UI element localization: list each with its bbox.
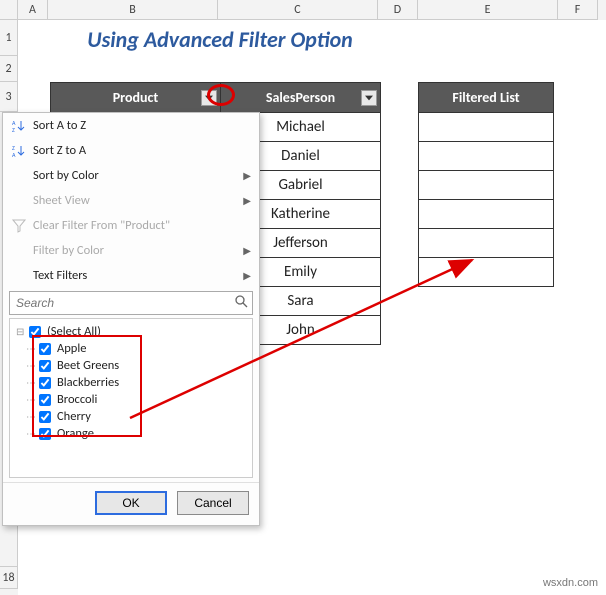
ok-button[interactable]: OK bbox=[95, 491, 167, 515]
row-18[interactable]: 18 bbox=[0, 567, 18, 589]
tree-item-label: Apple bbox=[57, 341, 86, 356]
col-E[interactable]: E bbox=[418, 0, 558, 20]
chevron-right-icon: ▶ bbox=[243, 269, 251, 282]
tree-item[interactable]: ⋯Broccoli bbox=[16, 391, 246, 408]
search-icon[interactable] bbox=[234, 294, 248, 312]
checkbox-item[interactable] bbox=[39, 343, 51, 355]
filter-dropdown-salesperson[interactable] bbox=[361, 90, 377, 106]
sheet-view-label: Sheet View bbox=[33, 193, 90, 208]
svg-text:A: A bbox=[12, 151, 16, 158]
tree-select-all[interactable]: ⊟ (Select All) bbox=[16, 323, 246, 340]
sort-by-color[interactable]: Sort by Color ▶ bbox=[3, 163, 259, 188]
clear-filter: Clear Filter From "Product" bbox=[3, 213, 259, 238]
sort-az-icon: AZ bbox=[9, 119, 29, 133]
watermark: wsxdn.com bbox=[543, 577, 598, 589]
col-A[interactable]: A bbox=[18, 0, 48, 20]
tree-item[interactable]: ⋯Apple bbox=[16, 340, 246, 357]
col-D[interactable]: D bbox=[378, 0, 418, 20]
filter-by-color: Filter by Color ▶ bbox=[3, 238, 259, 263]
search-input[interactable] bbox=[14, 295, 234, 311]
col-F[interactable]: F bbox=[558, 0, 598, 20]
svg-text:Z: Z bbox=[12, 126, 15, 133]
chevron-right-icon: ▶ bbox=[243, 194, 251, 207]
page-title: Using Advanced Filter Option bbox=[50, 26, 390, 53]
chevron-right-icon: ▶ bbox=[243, 169, 251, 182]
filter-by-color-label: Filter by Color bbox=[33, 243, 104, 258]
row-3[interactable]: 3 bbox=[0, 82, 18, 112]
clear-filter-label: Clear Filter From "Product" bbox=[33, 218, 170, 233]
sort-za[interactable]: ZA Sort Z to A bbox=[3, 138, 259, 163]
checkbox-item[interactable] bbox=[39, 428, 51, 440]
sort-za-label: Sort Z to A bbox=[33, 143, 86, 158]
tree-item[interactable]: ⋯Cherry bbox=[16, 408, 246, 425]
funnel-clear-icon bbox=[9, 219, 29, 233]
filter-search bbox=[9, 291, 253, 315]
chevron-right-icon: ▶ bbox=[243, 244, 251, 257]
sort-az-label: Sort A to Z bbox=[33, 118, 86, 133]
row-2[interactable]: 2 bbox=[0, 56, 18, 82]
checkbox-item[interactable] bbox=[39, 394, 51, 406]
header-product-label: Product bbox=[113, 89, 159, 106]
tree-item-label: Orange bbox=[57, 426, 94, 441]
text-filters[interactable]: Text Filters ▶ bbox=[3, 263, 259, 288]
filtered-cell[interactable] bbox=[419, 113, 554, 142]
tree-item[interactable]: ⋯Beet Greens bbox=[16, 357, 246, 374]
checkbox-select-all[interactable] bbox=[29, 326, 41, 338]
filter-item-tree: ⊟ (Select All) ⋯Apple⋯Beet Greens⋯Blackb… bbox=[9, 318, 253, 478]
tree-item-label: Cherry bbox=[57, 409, 91, 424]
filtered-cell[interactable] bbox=[419, 258, 554, 287]
filter-dropdown-product[interactable] bbox=[201, 90, 217, 106]
tree-item-label: Broccoli bbox=[57, 392, 97, 407]
column-headers: A B C D E F bbox=[18, 0, 606, 20]
sort-by-color-label: Sort by Color bbox=[33, 168, 99, 183]
sheet-view: Sheet View ▶ bbox=[3, 188, 259, 213]
filtered-cell[interactable] bbox=[419, 142, 554, 171]
sort-az[interactable]: AZ Sort A to Z bbox=[3, 113, 259, 138]
header-filtered-list: Filtered List bbox=[419, 83, 554, 113]
filter-menu: AZ Sort A to Z ZA Sort Z to A Sort by Co… bbox=[2, 112, 260, 526]
tree-item[interactable]: ⋯Blackberries bbox=[16, 374, 246, 391]
filtered-list-table: Filtered List bbox=[418, 82, 554, 287]
header-product: Product bbox=[51, 83, 221, 113]
select-all-label: (Select All) bbox=[47, 324, 101, 339]
sort-za-icon: ZA bbox=[9, 144, 29, 158]
tree-item[interactable]: ⋯Orange bbox=[16, 425, 246, 442]
cancel-button[interactable]: Cancel bbox=[177, 491, 249, 515]
checkbox-item[interactable] bbox=[39, 411, 51, 423]
text-filters-label: Text Filters bbox=[33, 268, 87, 283]
col-B[interactable]: B bbox=[48, 0, 218, 20]
tree-item-label: Blackberries bbox=[57, 375, 119, 390]
filtered-cell[interactable] bbox=[419, 200, 554, 229]
col-C[interactable]: C bbox=[218, 0, 378, 20]
header-salesperson-label: SalesPerson bbox=[266, 89, 335, 106]
tree-item-label: Beet Greens bbox=[57, 358, 119, 373]
checkbox-item[interactable] bbox=[39, 377, 51, 389]
menu-button-row: OK Cancel bbox=[3, 482, 259, 525]
checkbox-item[interactable] bbox=[39, 360, 51, 372]
row-1[interactable]: 1 bbox=[0, 20, 18, 56]
header-salesperson: SalesPerson bbox=[221, 83, 381, 113]
filtered-cell[interactable] bbox=[419, 229, 554, 258]
filtered-cell[interactable] bbox=[419, 171, 554, 200]
